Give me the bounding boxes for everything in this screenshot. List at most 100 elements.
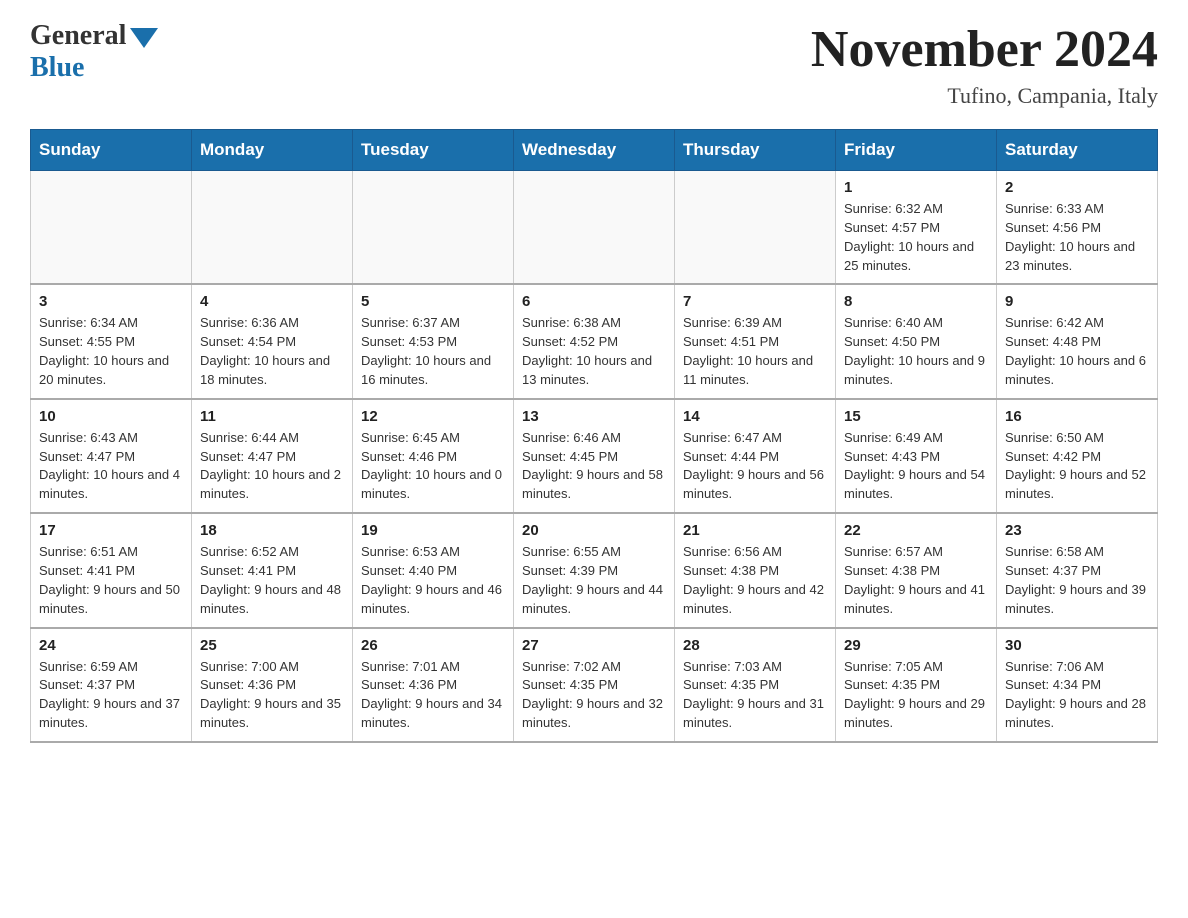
calendar-cell: 28 Sunrise: 7:03 AMSunset: 4:35 PMDayligh… (675, 628, 836, 742)
logo: General Blue (30, 20, 158, 84)
week-row-1: 1 Sunrise: 6:32 AMSunset: 4:57 PMDaylight… (31, 171, 1158, 285)
day-number: 17 (39, 522, 183, 539)
calendar-cell: 6 Sunrise: 6:38 AMSunset: 4:52 PMDaylight… (514, 284, 675, 398)
day-number: 28 (683, 637, 827, 654)
day-info: Sunrise: 6:36 AMSunset: 4:54 PMDaylight:… (200, 314, 344, 389)
day-number: 10 (39, 408, 183, 425)
calendar-cell (514, 171, 675, 285)
day-number: 23 (1005, 522, 1149, 539)
day-number: 2 (1005, 179, 1149, 196)
day-info: Sunrise: 6:43 AMSunset: 4:47 PMDaylight:… (39, 429, 183, 504)
day-info: Sunrise: 6:59 AMSunset: 4:37 PMDaylight:… (39, 658, 183, 733)
week-row-2: 3 Sunrise: 6:34 AMSunset: 4:55 PMDaylight… (31, 284, 1158, 398)
calendar-cell: 17 Sunrise: 6:51 AMSunset: 4:41 PMDayligh… (31, 513, 192, 627)
calendar-cell: 10 Sunrise: 6:43 AMSunset: 4:47 PMDayligh… (31, 399, 192, 513)
day-info: Sunrise: 7:00 AMSunset: 4:36 PMDaylight:… (200, 658, 344, 733)
calendar-cell: 26 Sunrise: 7:01 AMSunset: 4:36 PMDayligh… (353, 628, 514, 742)
page-header: General Blue November 2024 Tufino, Campa… (30, 20, 1158, 109)
day-info: Sunrise: 6:58 AMSunset: 4:37 PMDaylight:… (1005, 543, 1149, 618)
calendar-cell: 7 Sunrise: 6:39 AMSunset: 4:51 PMDaylight… (675, 284, 836, 398)
calendar-cell: 3 Sunrise: 6:34 AMSunset: 4:55 PMDaylight… (31, 284, 192, 398)
day-number: 18 (200, 522, 344, 539)
calendar-cell: 1 Sunrise: 6:32 AMSunset: 4:57 PMDaylight… (836, 171, 997, 285)
day-of-week-sunday: Sunday (31, 130, 192, 171)
day-number: 12 (361, 408, 505, 425)
day-number: 27 (522, 637, 666, 654)
location-text: Tufino, Campania, Italy (811, 83, 1158, 109)
calendar-cell: 25 Sunrise: 7:00 AMSunset: 4:36 PMDayligh… (192, 628, 353, 742)
day-info: Sunrise: 6:53 AMSunset: 4:40 PMDaylight:… (361, 543, 505, 618)
calendar-table: SundayMondayTuesdayWednesdayThursdayFrid… (30, 129, 1158, 743)
calendar-cell: 11 Sunrise: 6:44 AMSunset: 4:47 PMDayligh… (192, 399, 353, 513)
calendar-cell: 5 Sunrise: 6:37 AMSunset: 4:53 PMDaylight… (353, 284, 514, 398)
calendar-header: SundayMondayTuesdayWednesdayThursdayFrid… (31, 130, 1158, 171)
day-number: 16 (1005, 408, 1149, 425)
logo-arrow-icon (130, 28, 158, 48)
calendar-cell: 30Sunrise: 7:06 AMSunset: 4:34 PMDayligh… (997, 628, 1158, 742)
day-number: 8 (844, 293, 988, 310)
day-info: Sunrise: 6:55 AMSunset: 4:39 PMDaylight:… (522, 543, 666, 618)
day-info: Sunrise: 6:51 AMSunset: 4:41 PMDaylight:… (39, 543, 183, 618)
calendar-cell: 2 Sunrise: 6:33 AMSunset: 4:56 PMDaylight… (997, 171, 1158, 285)
calendar-cell: 24Sunrise: 6:59 AMSunset: 4:37 PMDayligh… (31, 628, 192, 742)
calendar-cell: 9Sunrise: 6:42 AMSunset: 4:48 PMDaylight… (997, 284, 1158, 398)
day-number: 25 (200, 637, 344, 654)
day-number: 5 (361, 293, 505, 310)
day-number: 6 (522, 293, 666, 310)
week-row-5: 24Sunrise: 6:59 AMSunset: 4:37 PMDayligh… (31, 628, 1158, 742)
calendar-cell: 20 Sunrise: 6:55 AMSunset: 4:39 PMDayligh… (514, 513, 675, 627)
day-number: 3 (39, 293, 183, 310)
day-info: Sunrise: 6:45 AMSunset: 4:46 PMDaylight:… (361, 429, 505, 504)
logo-general-text: General (30, 20, 126, 52)
day-info: Sunrise: 6:49 AMSunset: 4:43 PMDaylight:… (844, 429, 988, 504)
day-number: 15 (844, 408, 988, 425)
day-of-week-thursday: Thursday (675, 130, 836, 171)
day-of-week-saturday: Saturday (997, 130, 1158, 171)
day-number: 14 (683, 408, 827, 425)
calendar-cell: 12 Sunrise: 6:45 AMSunset: 4:46 PMDayligh… (353, 399, 514, 513)
day-info: Sunrise: 6:37 AMSunset: 4:53 PMDaylight:… (361, 314, 505, 389)
day-number: 19 (361, 522, 505, 539)
title-block: November 2024 Tufino, Campania, Italy (811, 20, 1158, 109)
day-info: Sunrise: 6:52 AMSunset: 4:41 PMDaylight:… (200, 543, 344, 618)
day-number: 30 (1005, 637, 1149, 654)
day-number: 11 (200, 408, 344, 425)
day-number: 26 (361, 637, 505, 654)
day-of-week-tuesday: Tuesday (353, 130, 514, 171)
day-info: Sunrise: 6:38 AMSunset: 4:52 PMDaylight:… (522, 314, 666, 389)
day-number: 20 (522, 522, 666, 539)
day-info: Sunrise: 6:44 AMSunset: 4:47 PMDaylight:… (200, 429, 344, 504)
calendar-cell: 23 Sunrise: 6:58 AMSunset: 4:37 PMDayligh… (997, 513, 1158, 627)
calendar-cell: 13Sunrise: 6:46 AMSunset: 4:45 PMDayligh… (514, 399, 675, 513)
day-info: Sunrise: 7:05 AMSunset: 4:35 PMDaylight:… (844, 658, 988, 733)
calendar-cell: 29Sunrise: 7:05 AMSunset: 4:35 PMDayligh… (836, 628, 997, 742)
day-info: Sunrise: 6:47 AMSunset: 4:44 PMDaylight:… (683, 429, 827, 504)
day-info: Sunrise: 7:03 AMSunset: 4:35 PMDaylight:… (683, 658, 827, 733)
day-info: Sunrise: 6:56 AMSunset: 4:38 PMDaylight:… (683, 543, 827, 618)
calendar-cell (31, 171, 192, 285)
day-number: 13 (522, 408, 666, 425)
day-info: Sunrise: 6:34 AMSunset: 4:55 PMDaylight:… (39, 314, 183, 389)
week-row-3: 10 Sunrise: 6:43 AMSunset: 4:47 PMDayligh… (31, 399, 1158, 513)
day-info: Sunrise: 7:01 AMSunset: 4:36 PMDaylight:… (361, 658, 505, 733)
day-info: Sunrise: 7:02 AMSunset: 4:35 PMDaylight:… (522, 658, 666, 733)
calendar-cell: 8 Sunrise: 6:40 AMSunset: 4:50 PMDaylight… (836, 284, 997, 398)
day-of-week-friday: Friday (836, 130, 997, 171)
calendar-cell: 15 Sunrise: 6:49 AMSunset: 4:43 PMDayligh… (836, 399, 997, 513)
day-info: Sunrise: 6:32 AMSunset: 4:57 PMDaylight:… (844, 200, 988, 275)
calendar-cell (192, 171, 353, 285)
day-info: Sunrise: 6:42 AMSunset: 4:48 PMDaylight:… (1005, 314, 1149, 389)
day-info: Sunrise: 6:39 AMSunset: 4:51 PMDaylight:… (683, 314, 827, 389)
day-info: Sunrise: 6:50 AMSunset: 4:42 PMDaylight:… (1005, 429, 1149, 504)
calendar-cell: 18 Sunrise: 6:52 AMSunset: 4:41 PMDayligh… (192, 513, 353, 627)
month-title: November 2024 (811, 20, 1158, 79)
calendar-cell: 21 Sunrise: 6:56 AMSunset: 4:38 PMDayligh… (675, 513, 836, 627)
day-number: 7 (683, 293, 827, 310)
day-info: Sunrise: 6:33 AMSunset: 4:56 PMDaylight:… (1005, 200, 1149, 275)
day-number: 1 (844, 179, 988, 196)
calendar-cell: 14 Sunrise: 6:47 AMSunset: 4:44 PMDayligh… (675, 399, 836, 513)
day-number: 21 (683, 522, 827, 539)
day-info: Sunrise: 6:40 AMSunset: 4:50 PMDaylight:… (844, 314, 988, 389)
calendar-cell: 22Sunrise: 6:57 AMSunset: 4:38 PMDayligh… (836, 513, 997, 627)
calendar-cell: 27 Sunrise: 7:02 AMSunset: 4:35 PMDayligh… (514, 628, 675, 742)
